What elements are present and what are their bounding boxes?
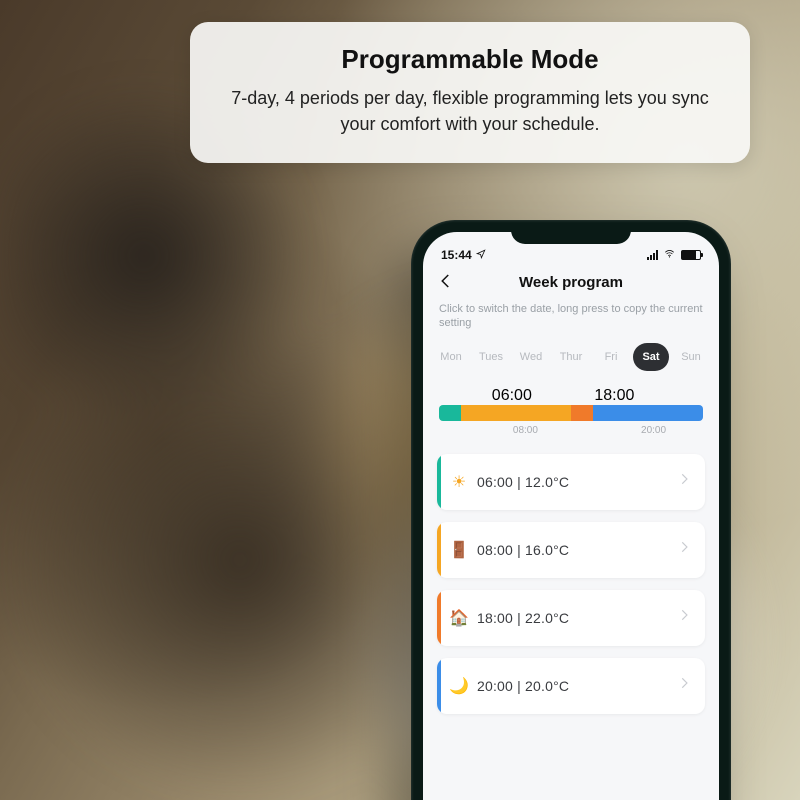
tick-label: 18:00 (594, 387, 634, 405)
status-bar: 15:44 (423, 232, 719, 262)
callout-body: 7-day, 4 periods per day, flexible progr… (220, 85, 720, 137)
timeline-ticks-top: 06:00 18:00 (439, 387, 703, 405)
timeline-segment (571, 405, 593, 421)
timeline: 06:00 18:00 08:00 20:00 (423, 377, 719, 440)
day-fri[interactable]: Fri (593, 343, 629, 371)
day-wed[interactable]: Wed (513, 343, 549, 371)
moon-icon: 🌙 (441, 676, 477, 696)
phone-screen: 15:44 Week program (423, 232, 719, 800)
page-title: Week program (519, 274, 623, 291)
tick-label: 08:00 (513, 425, 538, 436)
period-row[interactable]: 🌙20:00 | 20.0°C (437, 658, 705, 714)
wifi-icon (663, 248, 676, 262)
period-row[interactable]: 🏠18:00 | 22.0°C (437, 590, 705, 646)
location-icon (476, 248, 486, 262)
app-header: Week program (423, 262, 719, 302)
back-button[interactable] (437, 272, 455, 290)
hint-text: Click to switch the date, long press to … (423, 302, 719, 331)
period-label: 18:00 | 22.0°C (477, 610, 569, 626)
day-mon[interactable]: Mon (433, 343, 469, 371)
timeline-ticks-bottom: 08:00 20:00 (439, 421, 703, 436)
signal-icon (647, 250, 658, 260)
chevron-right-icon (677, 608, 691, 627)
chevron-right-icon (677, 472, 691, 491)
status-time: 15:44 (441, 248, 472, 262)
sun-icon: ☀ (441, 472, 477, 492)
period-list: ☀06:00 | 12.0°C 🚪08:00 | 16.0°C 🏠18:00 | 2… (423, 440, 719, 800)
timeline-segment (439, 405, 461, 421)
leave-icon: 🚪 (441, 540, 477, 560)
tick-label: 06:00 (492, 387, 532, 405)
callout-title: Programmable Mode (220, 44, 720, 75)
battery-icon (681, 250, 701, 260)
timeline-bar[interactable] (439, 405, 703, 421)
day-tues[interactable]: Tues (473, 343, 509, 371)
day-selector: MonTuesWedThurFriSatSun (423, 331, 719, 377)
phone-frame: 15:44 Week program (411, 220, 731, 800)
day-thur[interactable]: Thur (553, 343, 589, 371)
period-row[interactable]: ☀06:00 | 12.0°C (437, 454, 705, 510)
period-label: 20:00 | 20.0°C (477, 678, 569, 694)
period-label: 06:00 | 12.0°C (477, 474, 569, 490)
timeline-segment (593, 405, 703, 421)
tick-label: 20:00 (641, 425, 666, 436)
chevron-right-icon (677, 676, 691, 695)
chevron-right-icon (677, 540, 691, 559)
feature-callout: Programmable Mode 7-day, 4 periods per d… (190, 22, 750, 163)
timeline-segment (461, 405, 571, 421)
home-icon: 🏠 (441, 608, 477, 628)
period-row[interactable]: 🚪08:00 | 16.0°C (437, 522, 705, 578)
day-sat[interactable]: Sat (633, 343, 669, 371)
day-sun[interactable]: Sun (673, 343, 709, 371)
period-label: 08:00 | 16.0°C (477, 542, 569, 558)
